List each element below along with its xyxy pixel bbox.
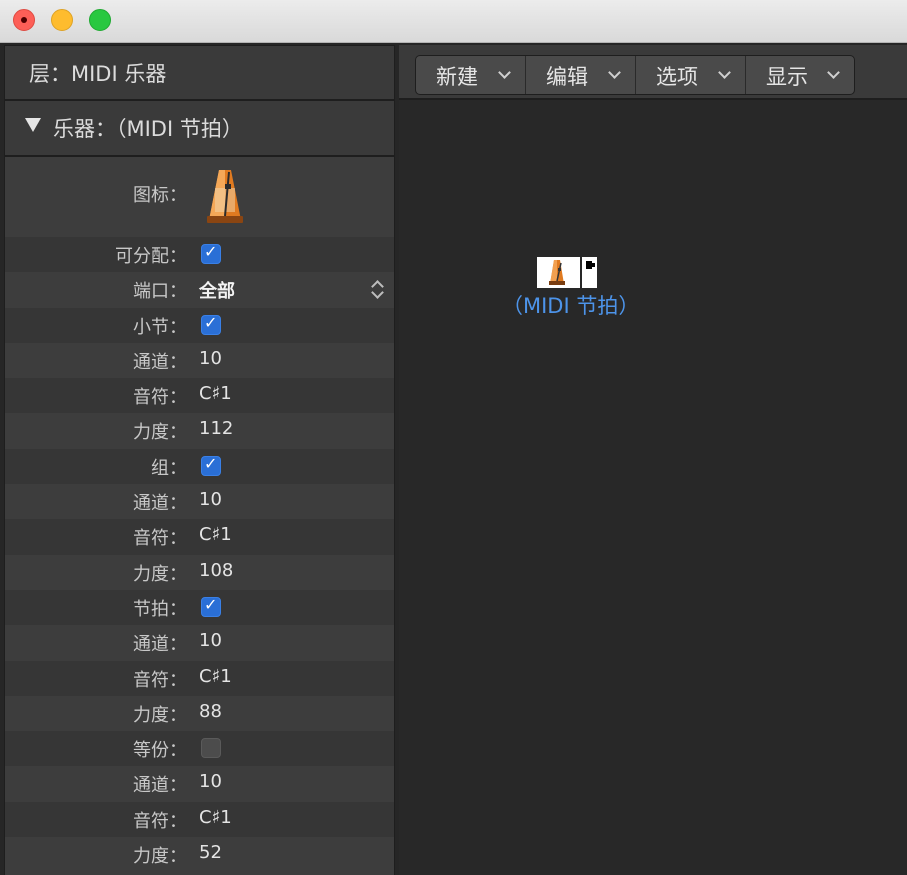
parameter-row: 组： ✓ bbox=[5, 448, 394, 485]
up-down-stepper-icon[interactable] bbox=[371, 277, 385, 300]
parameter-label: 等份： bbox=[133, 740, 187, 762]
parameter-label: 力度： bbox=[133, 563, 187, 585]
parameter-label: 力度： bbox=[133, 846, 187, 868]
checkmark-icon: ✓ bbox=[204, 453, 218, 473]
parameter-row: 可分配： ✓ bbox=[5, 237, 394, 273]
parameter-label: 端口： bbox=[133, 281, 187, 303]
parameter-row: 音符： C♯1 bbox=[5, 660, 394, 696]
menu-button[interactable]: 新建 bbox=[416, 56, 526, 94]
parameter-row: 音符： C♯1 bbox=[5, 801, 394, 838]
port-select-value[interactable]: 全部 bbox=[199, 277, 235, 303]
checkmark-icon: ✓ bbox=[204, 242, 218, 261]
close-window-button[interactable] bbox=[13, 9, 35, 31]
parameter-row: 通道： 10 bbox=[5, 484, 394, 519]
layer-header: 层：MIDI 乐器 bbox=[5, 46, 394, 101]
parameter-value[interactable]: C♯1 bbox=[199, 524, 232, 545]
environment-window: 层：MIDI 乐器 乐器：（MIDI 节拍） 图标： 可分配： ✓ 端口： 全部 小节： ✓… bbox=[0, 0, 907, 875]
menu-bar: 新建 编辑 选项 显示 bbox=[415, 55, 855, 95]
parameter-value[interactable]: 108 bbox=[199, 560, 233, 581]
parameter-row: 节拍： ✓ bbox=[5, 589, 394, 626]
port-plug-tip-icon bbox=[592, 263, 595, 267]
metronome-icon bbox=[549, 260, 565, 285]
menu-button-label: 新建 bbox=[436, 65, 478, 89]
zoom-window-button[interactable] bbox=[89, 9, 111, 31]
parameter-label: 可分配： bbox=[115, 246, 187, 267]
parameter-label: 通道： bbox=[133, 634, 187, 656]
object-name-label[interactable]: （MIDI 节拍） bbox=[502, 290, 639, 320]
parameter-label: 组： bbox=[151, 457, 187, 479]
parameter-label: 图标： bbox=[133, 185, 187, 206]
checkmark-icon: ✓ bbox=[204, 312, 218, 332]
close-dot-icon bbox=[21, 17, 27, 23]
parameter-row: 端口： 全部 bbox=[5, 272, 394, 307]
parameter-value[interactable]: 10 bbox=[199, 630, 222, 651]
parameter-value[interactable]: C♯1 bbox=[199, 666, 232, 687]
parameter-row: 等份： bbox=[5, 731, 394, 767]
parameter-row: 力度： 52 bbox=[5, 837, 394, 872]
title-bar bbox=[0, 0, 907, 43]
parameter-value[interactable]: 10 bbox=[199, 348, 222, 369]
parameter-label: 通道： bbox=[133, 775, 187, 797]
parameter-row: 通道： 10 bbox=[5, 766, 394, 801]
parameter-row: 通道： 10 bbox=[5, 343, 394, 378]
parameter-value[interactable]: 88 bbox=[199, 701, 222, 722]
parameter-row: 音符： C♯1 bbox=[5, 378, 394, 414]
parameter-row: 通道： 10 bbox=[5, 625, 394, 660]
parameter-value[interactable]: 10 bbox=[199, 771, 222, 792]
parameter-label: 通道： bbox=[133, 351, 187, 373]
inspector-panel: 层：MIDI 乐器 乐器：（MIDI 节拍） 图标： 可分配： ✓ 端口： 全部 小节： ✓… bbox=[4, 45, 395, 875]
layer-title: 层：MIDI 乐器 bbox=[29, 62, 167, 86]
parameter-checkbox[interactable]: ✓ bbox=[201, 312, 221, 335]
menu-button-label: 选项 bbox=[656, 65, 698, 89]
instrument-title: 乐器：（MIDI 节拍） bbox=[53, 117, 243, 141]
environment-area[interactable]: 新建 编辑 选项 显示 （MIDI 节拍） bbox=[399, 45, 907, 875]
parameter-label: 力度： bbox=[133, 422, 187, 444]
metronome-icon[interactable] bbox=[203, 166, 247, 230]
chevron-down-icon bbox=[498, 66, 511, 79]
parameter-value[interactable]: C♯1 bbox=[199, 383, 232, 404]
parameter-list: 图标： 可分配： ✓ 端口： 全部 小节： ✓ 通道： 10 音符： C♯1 力度： 112 组： ✓ 通道：… bbox=[5, 157, 394, 872]
parameter-checkbox[interactable]: ✓ bbox=[201, 594, 221, 617]
chevron-down-icon bbox=[718, 66, 731, 79]
chevron-down-icon bbox=[827, 66, 840, 79]
parameter-checkbox[interactable]: ✓ bbox=[201, 453, 221, 476]
chevron-down-icon bbox=[608, 66, 621, 79]
parameter-row: 力度： 88 bbox=[5, 696, 394, 731]
checkmark-icon: ✓ bbox=[204, 594, 218, 614]
parameter-checkbox[interactable]: ✓ bbox=[201, 242, 221, 264]
instrument-header[interactable]: 乐器：（MIDI 节拍） bbox=[5, 101, 394, 157]
minimize-window-button[interactable] bbox=[51, 9, 73, 31]
menu-button[interactable]: 选项 bbox=[636, 56, 746, 94]
toolbar: 新建 编辑 选项 显示 bbox=[399, 45, 907, 100]
parameter-value[interactable]: 112 bbox=[199, 418, 233, 439]
parameter-label: 音符： bbox=[133, 810, 187, 832]
object-icon-box[interactable] bbox=[537, 257, 580, 288]
parameter-label: 音符： bbox=[133, 387, 187, 409]
parameter-row: 力度： 108 bbox=[5, 555, 394, 590]
parameter-label: 小节： bbox=[133, 316, 187, 338]
midi-metronome-object[interactable] bbox=[537, 257, 601, 289]
menu-button-label: 编辑 bbox=[546, 65, 588, 89]
menu-button-label: 显示 bbox=[766, 65, 808, 89]
parameter-label: 音符： bbox=[133, 528, 187, 550]
parameter-row: 音符： C♯1 bbox=[5, 519, 394, 555]
parameter-row: 图标： bbox=[5, 157, 394, 237]
disclosure-triangle-icon[interactable] bbox=[25, 118, 41, 132]
parameter-label: 力度： bbox=[133, 704, 187, 726]
menu-button[interactable]: 显示 bbox=[746, 56, 854, 94]
parameter-value[interactable]: C♯1 bbox=[199, 807, 232, 828]
parameter-checkbox[interactable] bbox=[201, 738, 221, 759]
parameter-row: 力度： 112 bbox=[5, 413, 394, 448]
parameter-label: 音符： bbox=[133, 669, 187, 691]
parameter-value[interactable]: 52 bbox=[199, 842, 222, 863]
parameter-label: 节拍： bbox=[133, 598, 187, 620]
parameter-row: 小节： ✓ bbox=[5, 307, 394, 343]
object-output-port[interactable] bbox=[582, 257, 597, 288]
parameter-label: 通道： bbox=[133, 493, 187, 515]
menu-button[interactable]: 编辑 bbox=[526, 56, 636, 94]
parameter-value[interactable]: 10 bbox=[199, 489, 222, 510]
